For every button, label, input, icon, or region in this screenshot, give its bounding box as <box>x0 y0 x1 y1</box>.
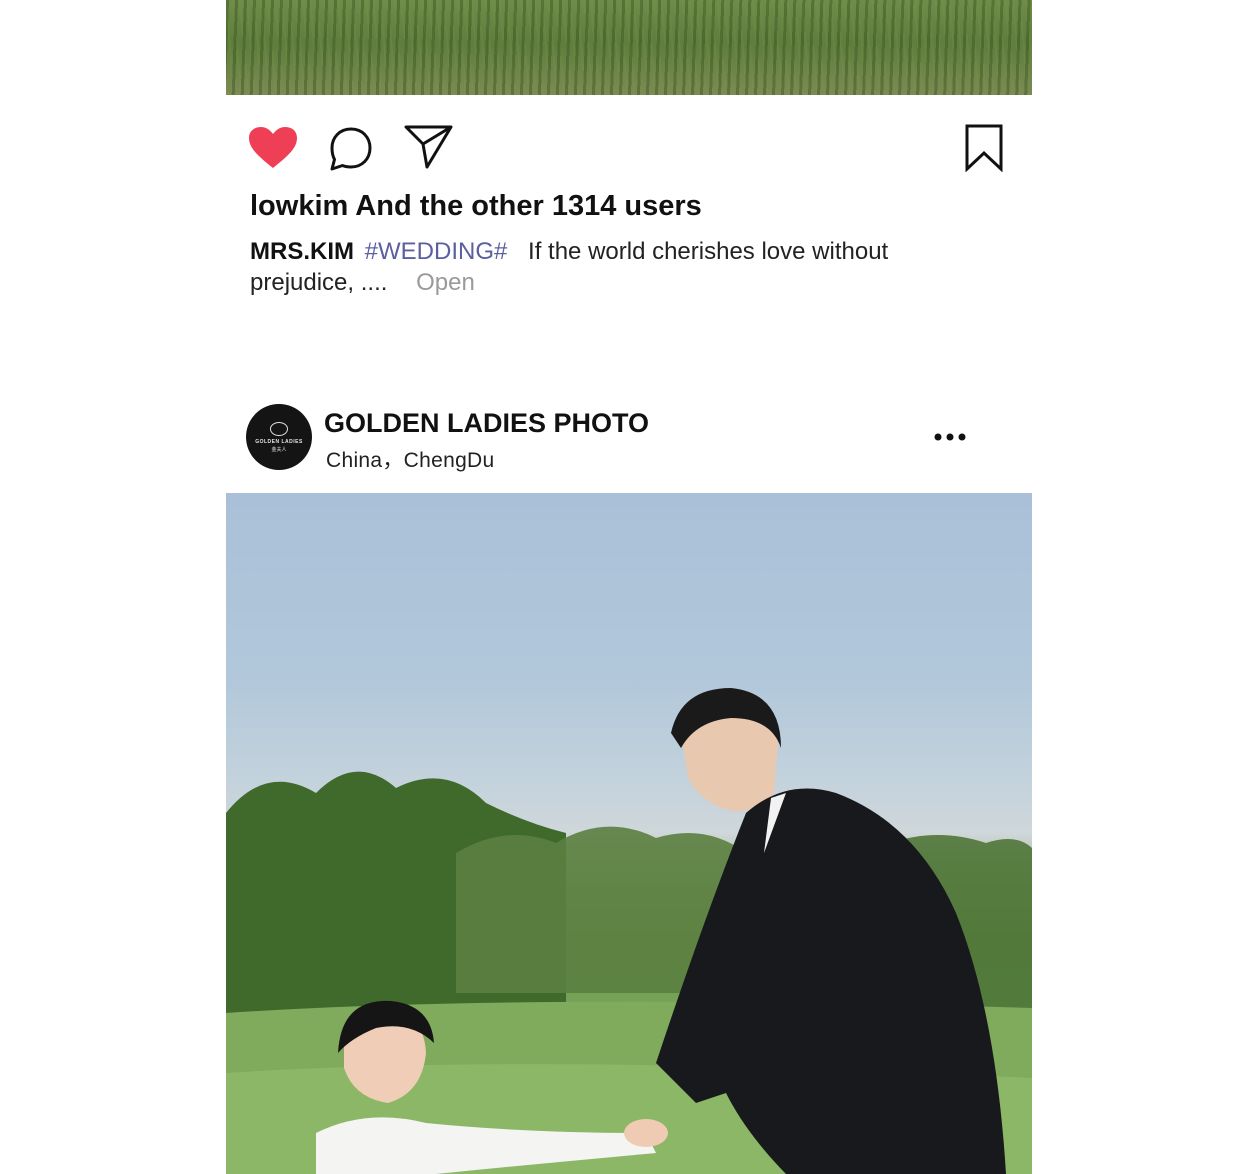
caption-hashtag[interactable]: #WEDDING# <box>365 238 508 265</box>
likes-count[interactable]: lowkim And the other 1314 users <box>250 190 702 223</box>
bookmark-icon[interactable] <box>964 124 1004 172</box>
heart-filled-icon[interactable] <box>248 126 298 170</box>
avatar-brand-sub: 金夫人 <box>271 446 287 453</box>
post-photo-illustration <box>226 688 1032 1174</box>
post-action-bar <box>226 118 1032 178</box>
feed: lowkim And the other 1314 users MRS.KIM … <box>226 0 1032 1174</box>
brand-logo-icon <box>270 421 288 436</box>
post-photo[interactable] <box>226 493 1032 1174</box>
previous-post-photo[interactable] <box>226 0 1032 95</box>
avatar[interactable]: GOLDEN LADIES 金夫人 <box>246 404 312 470</box>
avatar-brand: GOLDEN LADIES <box>255 438 303 445</box>
account-name[interactable]: GOLDEN LADIES PHOTO <box>324 408 649 439</box>
post-header: GOLDEN LADIES 金夫人 GOLDEN LADIES PHOTO Ch… <box>226 402 1032 474</box>
speech-bubble-icon[interactable] <box>328 126 374 172</box>
caption-open-link[interactable]: Open <box>416 269 475 296</box>
post-caption: MRS.KIM #WEDDING# If the world cherishes… <box>250 236 950 298</box>
caption-author[interactable]: MRS.KIM <box>250 238 354 265</box>
more-dots-icon[interactable] <box>934 432 966 442</box>
paper-plane-icon[interactable] <box>404 124 454 170</box>
post-location[interactable]: China，ChengDu <box>326 444 495 474</box>
